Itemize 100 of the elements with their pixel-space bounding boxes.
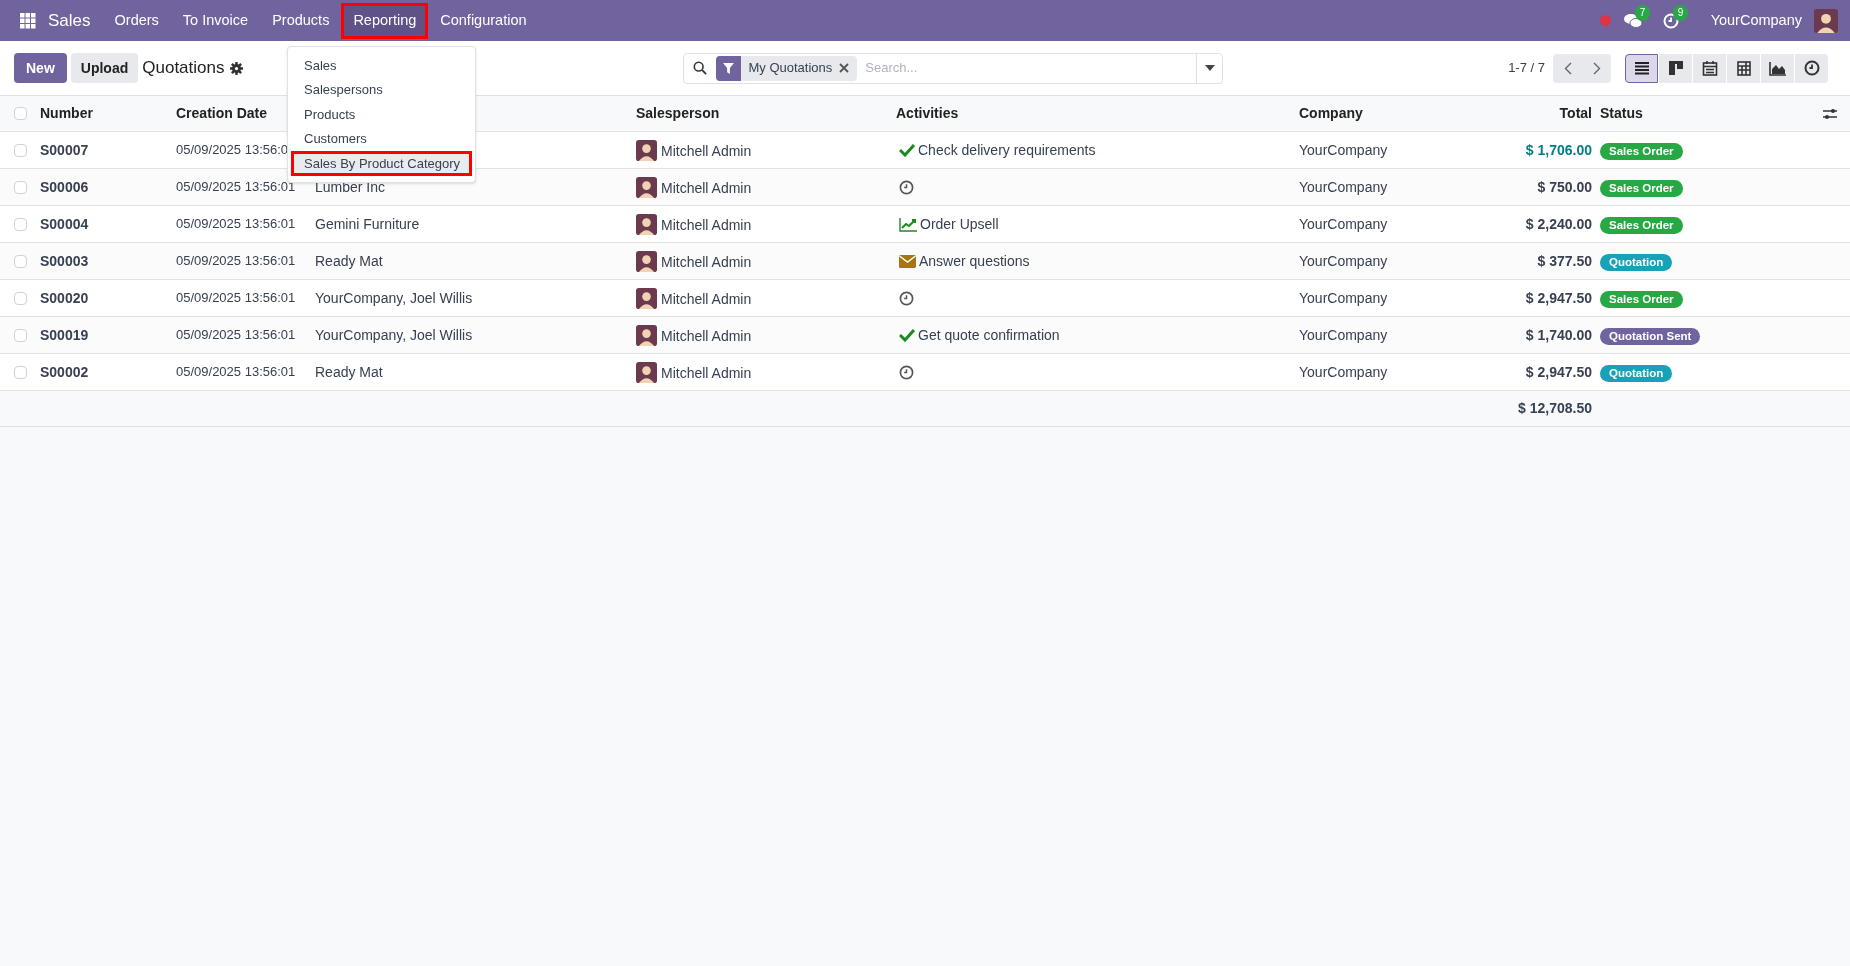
nav-menu-item[interactable]: Configuration: [428, 2, 539, 39]
column-header[interactable]: Status: [1600, 103, 1810, 124]
table-cell-text: $ 2,947.50: [1524, 288, 1593, 308]
check-icon: [899, 328, 915, 342]
table-cell-text: S00004: [40, 214, 90, 234]
view-switch-button[interactable]: [1727, 53, 1760, 83]
activity-label: Get quote confirmation: [918, 325, 1060, 345]
dropdown-item[interactable]: Sales: [291, 53, 472, 78]
checkbox[interactable]: [14, 254, 27, 268]
view-switch-button[interactable]: [1659, 53, 1692, 83]
clock-icon: [1803, 60, 1820, 76]
sliders-icon[interactable]: [1823, 107, 1837, 120]
checkbox[interactable]: [14, 107, 27, 120]
gear-icon[interactable]: [230, 61, 244, 75]
apps-grid-icon[interactable]: [20, 12, 36, 29]
table-cell-text: S00002: [40, 362, 90, 382]
view-switch-button[interactable]: [1795, 53, 1828, 83]
dropdown-item[interactable]: Sales By Product Category: [291, 151, 472, 176]
table-cell-text: YourCompany: [1299, 288, 1389, 308]
close-icon[interactable]: [839, 63, 850, 73]
table-cell-text: $ 2,947.50: [1524, 362, 1593, 382]
search-input[interactable]: Search...: [857, 58, 1197, 78]
table-cell-text: YourCompany: [1299, 325, 1389, 345]
caret-icon[interactable]: [1205, 65, 1215, 71]
table-cell-text: 05/09/2025 13:56:01: [176, 363, 296, 382]
table-cell-text: S00019: [40, 325, 90, 345]
table-cell-text: S00020: [40, 288, 90, 308]
grand-total: $ 12,708.50: [1517, 399, 1593, 418]
facet-label: My Quotations: [747, 59, 834, 78]
checkbox[interactable]: [14, 143, 27, 157]
salesperson-avatar: [636, 361, 657, 383]
table-cell-text: Mitchell Admin: [661, 326, 752, 346]
envelope-icon: [899, 254, 916, 268]
company-name[interactable]: YourCompany: [1710, 9, 1802, 32]
status-tag: Quotation Sent: [1600, 327, 1701, 345]
table-cell-text: YourCompany: [1299, 362, 1389, 382]
clock-icon[interactable]: [899, 179, 914, 195]
upload-button[interactable]: Upload: [70, 53, 139, 83]
checkbox[interactable]: [14, 180, 27, 194]
nav-menu-item[interactable]: Products: [260, 2, 342, 39]
area-chart-icon: [1768, 60, 1787, 76]
table-row[interactable]: S00003 05/09/2025 13:56:01 Ready Mat Mitchell Admin Answer questions YourCompany $ 377.50 Quotation: [0, 243, 1850, 280]
table-grid-icon: [1735, 60, 1752, 76]
salesperson-avatar: [636, 139, 657, 161]
checkbox[interactable]: [14, 291, 27, 305]
clock-icon[interactable]: [899, 290, 914, 306]
check-icon: [899, 143, 915, 157]
activity-label: Order Upsell: [920, 214, 999, 234]
view-switch-button[interactable]: [1625, 53, 1658, 83]
status-tag: Quotation: [1600, 253, 1673, 271]
salesperson-avatar: [636, 324, 657, 346]
nav-menu-item[interactable]: To Invoice: [170, 2, 261, 39]
table-row[interactable]: S00019 05/09/2025 13:56:01 YourCompany, Joel Willis Mitchell Admin Get quote confirmation YourCompany $ 1,740.00 Quotation Sent: [0, 317, 1850, 354]
column-header[interactable]: Activities: [896, 103, 1299, 124]
table-cell-text: Ready Mat: [315, 362, 384, 382]
checkbox[interactable]: [14, 217, 27, 231]
table-cell-text: 05/09/2025 13:56:01: [176, 215, 296, 234]
count-badge: 7: [1634, 4, 1651, 21]
clock-icon[interactable]: [899, 364, 914, 380]
user-avatar: [1814, 8, 1838, 33]
table-cell-text: 05/09/2025 13:56:01: [176, 178, 296, 197]
table-cell-text: YourCompany: [1299, 251, 1389, 271]
table-cell-text: $ 2,240.00: [1524, 214, 1593, 234]
list-icon: [1633, 61, 1650, 75]
status-tag: Sales Order: [1600, 179, 1683, 197]
column-header[interactable]: Total: [1500, 103, 1600, 124]
app-name[interactable]: Sales: [48, 7, 91, 34]
column-header[interactable]: Salesperson: [636, 103, 896, 124]
view-switch-button[interactable]: [1761, 53, 1794, 83]
view-switch-button[interactable]: [1693, 53, 1726, 83]
pager-text: 1-7 / 7: [1508, 59, 1545, 78]
salesperson-avatar: [636, 287, 657, 309]
table-cell-text: S00007: [40, 140, 90, 160]
salesperson-avatar: [636, 176, 657, 198]
table-cell-text: Lumber Inc: [315, 177, 387, 197]
checkbox[interactable]: [14, 328, 27, 342]
table-cell-text: 05/09/2025 13:56:01: [176, 326, 296, 345]
nav-menu-item[interactable]: Orders: [102, 2, 171, 39]
table-cell-text: Ready Mat: [315, 251, 384, 271]
salesperson-avatar: [636, 250, 657, 272]
column-header[interactable]: Number: [40, 103, 176, 124]
checkbox[interactable]: [14, 365, 27, 379]
filter-icon: [723, 62, 735, 74]
status-tag: Sales Order: [1600, 142, 1683, 160]
search-field[interactable]: My Quotations Search...: [683, 52, 1224, 84]
salesperson-avatar: [636, 213, 657, 235]
chevron-right-icon: [1592, 61, 1601, 75]
column-header[interactable]: Company: [1299, 103, 1500, 124]
dropdown-item[interactable]: Salespersons: [291, 77, 472, 102]
count-badge: 9: [1672, 4, 1689, 21]
nav-menu-item[interactable]: Reporting: [341, 2, 429, 39]
table-cell-text: Gemini Furniture: [315, 214, 421, 234]
new-button[interactable]: New: [14, 53, 67, 83]
table-cell-text: YourCompany, Joel Willis: [315, 288, 474, 308]
dropdown-item[interactable]: Products: [291, 102, 472, 127]
status-tag: Sales Order: [1600, 290, 1683, 308]
table-cell-text: $ 377.50: [1536, 251, 1593, 271]
table-cell-text: 05/09/2025 13:56:01: [176, 289, 296, 308]
table-cell-text: YourCompany: [1299, 177, 1389, 197]
table-cell-text: 05/09/2025 13:56:01: [176, 252, 296, 271]
